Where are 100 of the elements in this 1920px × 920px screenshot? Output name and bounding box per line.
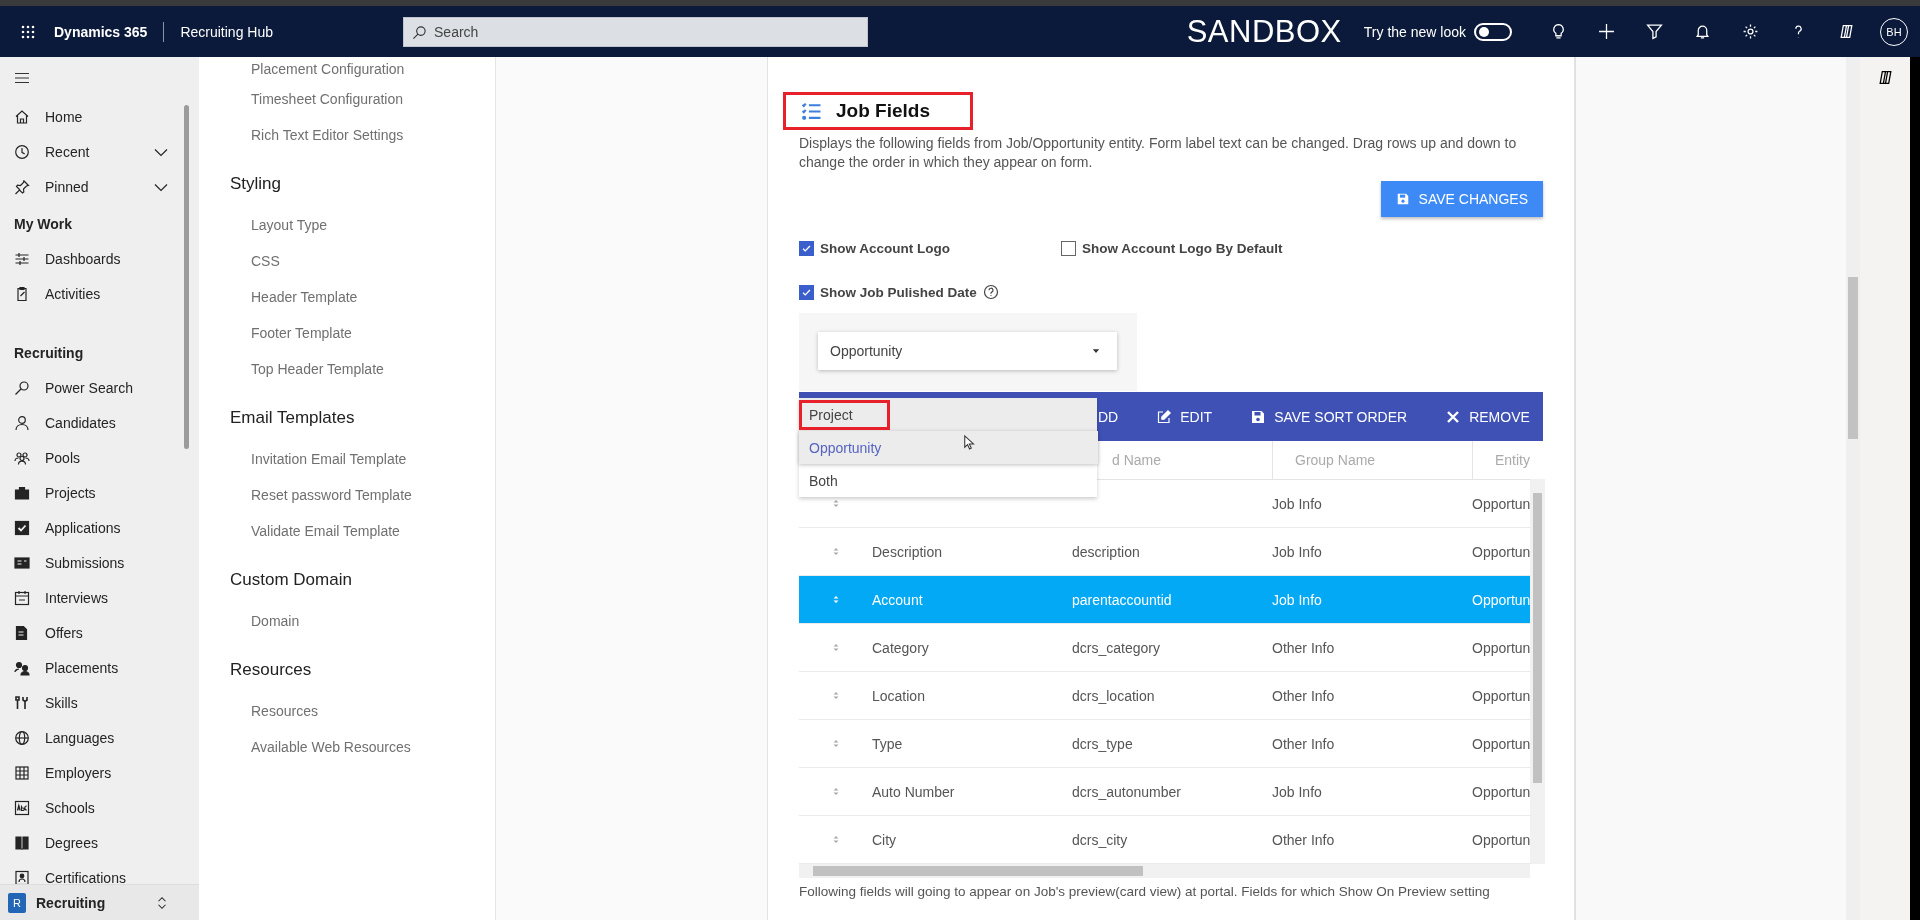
nav-item[interactable]: Placements xyxy=(0,650,199,685)
nav-item[interactable]: Interviews xyxy=(0,580,199,615)
table-cell: Description xyxy=(872,543,943,560)
app-area-title[interactable]: Recruiting Hub xyxy=(180,23,273,40)
nav-item[interactable]: Applications xyxy=(0,510,199,545)
new-look-label: Try the new look xyxy=(1363,23,1466,40)
settings-section-heading: Styling xyxy=(230,174,283,195)
nav-item[interactable]: Activities xyxy=(0,276,199,311)
nav-item[interactable]: Home xyxy=(0,99,199,134)
settings-link[interactable]: Top Header Template xyxy=(231,351,495,387)
nav-item[interactable]: Candidates xyxy=(0,405,199,440)
settings-link[interactable]: Footer Template xyxy=(231,315,495,351)
menu-button[interactable] xyxy=(14,70,30,86)
area-switcher[interactable]: R Recruiting xyxy=(0,884,199,920)
nav-item[interactable]: Schools xyxy=(0,790,199,825)
dropdown-option[interactable]: Opportunity xyxy=(799,431,1098,464)
scrollbar-thumb[interactable] xyxy=(1848,277,1858,439)
nav-item[interactable]: Degrees xyxy=(0,825,199,860)
add-button[interactable]: DD xyxy=(1098,392,1119,441)
nav-item[interactable]: Power Search xyxy=(0,370,199,405)
edit-icon xyxy=(1156,408,1173,425)
search-field[interactable]: Search xyxy=(403,16,868,47)
settings-link[interactable]: Resources xyxy=(231,693,495,729)
table-cell: Auto Number xyxy=(872,783,955,800)
settings-link[interactable]: Placement Configuration xyxy=(231,57,495,81)
table-cell: City xyxy=(872,831,897,848)
nav-item[interactable]: Offers xyxy=(0,615,199,650)
calendar-icon xyxy=(14,589,30,606)
app-name[interactable]: Dynamics 365 xyxy=(54,23,148,40)
nav-item[interactable]: Languages xyxy=(0,720,199,755)
nav-item-label: Submissions xyxy=(45,554,126,571)
settings-link[interactable]: CSS xyxy=(231,243,495,279)
nav-item-label: Applications xyxy=(45,519,122,536)
nav-item-label: Pools xyxy=(45,449,82,466)
checkbox-label[interactable]: Show Job Pulished Date xyxy=(820,284,977,300)
bell-icon xyxy=(1693,23,1711,40)
dropdown-option[interactable]: Project xyxy=(799,398,1097,431)
tools-icon xyxy=(14,694,30,711)
nav-item[interactable]: Pools xyxy=(0,440,199,475)
settings-link[interactable]: Available Web Resources xyxy=(231,729,495,765)
filter-icon xyxy=(1645,23,1663,40)
people-icon xyxy=(14,449,30,466)
dropdown-value: Opportunity xyxy=(830,343,903,359)
nav-item[interactable]: Dashboards xyxy=(0,241,199,276)
sliders-icon xyxy=(14,250,30,267)
scrollbar-thumb[interactable] xyxy=(1533,493,1542,783)
settings-link[interactable]: Timesheet Configuration xyxy=(231,81,495,117)
settings-icon xyxy=(1741,23,1759,40)
settings-link[interactable]: Invitation Email Template xyxy=(231,441,495,477)
nav-item-label: Interviews xyxy=(45,589,110,606)
checkbox-label[interactable]: Show Account Logo xyxy=(820,241,950,256)
table-cell: Opportun xyxy=(1472,495,1530,512)
dropdown-option[interactable]: Both xyxy=(799,464,1097,497)
nav-item[interactable]: Projects xyxy=(0,475,199,510)
section-description: Displays the following fields from Job/Opportunity entity. Form label text can be changed. Drag rows up and down to change the order in which they appear on form. xyxy=(799,134,1518,172)
app-launcher-button[interactable] xyxy=(20,23,36,40)
settings-link[interactable]: Domain xyxy=(231,603,495,639)
scrollbar-thumb[interactable] xyxy=(813,866,1143,876)
table-cell: Job Info xyxy=(1272,543,1322,560)
table-cell: Other Info xyxy=(1272,831,1335,848)
settings-link[interactable]: Header Template xyxy=(231,279,495,315)
app-launcher-icon xyxy=(20,23,36,40)
grid-icon xyxy=(14,764,30,781)
nav-item[interactable]: Submissions xyxy=(0,545,199,580)
table-cell: Other Info xyxy=(1272,639,1335,656)
checkbox[interactable] xyxy=(799,241,814,256)
edit-button[interactable]: EDIT xyxy=(1156,392,1213,441)
table-cell: Category xyxy=(872,639,929,656)
settings-section-heading: Email Templates xyxy=(230,408,356,429)
table-cell: Opportun xyxy=(1472,735,1530,752)
checkbox-label[interactable]: Show Account Logo By Default xyxy=(1082,241,1283,256)
remove-button[interactable]: REMOVE xyxy=(1445,392,1530,441)
nav-item[interactable]: Employers xyxy=(0,755,199,790)
nav-item[interactable]: Skills xyxy=(0,685,199,720)
table-cell: Opportun xyxy=(1472,639,1530,656)
nav-item[interactable]: Recent xyxy=(0,134,199,169)
checklist-icon xyxy=(800,101,822,121)
checkbox[interactable] xyxy=(1061,241,1076,256)
nav-item[interactable]: Certifications xyxy=(0,860,199,884)
entity-dropdown[interactable]: Opportunity xyxy=(818,332,1117,370)
nav-item[interactable]: Pinned xyxy=(0,169,199,204)
document-icon xyxy=(14,624,30,641)
table-cell: dcrs_type xyxy=(1072,735,1133,752)
table-cell: Opportun xyxy=(1472,687,1530,704)
table-cell: parentaccountid xyxy=(1072,591,1172,608)
id-card-icon xyxy=(14,554,30,571)
table-cell: Account xyxy=(872,591,923,608)
table-cell: Type xyxy=(872,735,903,752)
settings-link[interactable]: Layout Type xyxy=(231,207,495,243)
people-icon xyxy=(14,659,30,676)
environment-label: SANDBOX xyxy=(1186,13,1342,50)
checkbox[interactable] xyxy=(799,284,814,300)
settings-link[interactable]: Reset password Template xyxy=(231,477,495,513)
save-sort-order-button[interactable]: SAVE SORT ORDER xyxy=(1250,392,1408,441)
new-look-toggle[interactable] xyxy=(1474,22,1512,41)
settings-link[interactable]: Validate Email Template xyxy=(231,513,495,549)
scrollbar-thumb[interactable] xyxy=(184,105,189,449)
area-badge: R xyxy=(8,892,26,913)
nav-item-label: Home xyxy=(45,108,84,125)
settings-link[interactable]: Rich Text Editor Settings xyxy=(231,117,495,153)
